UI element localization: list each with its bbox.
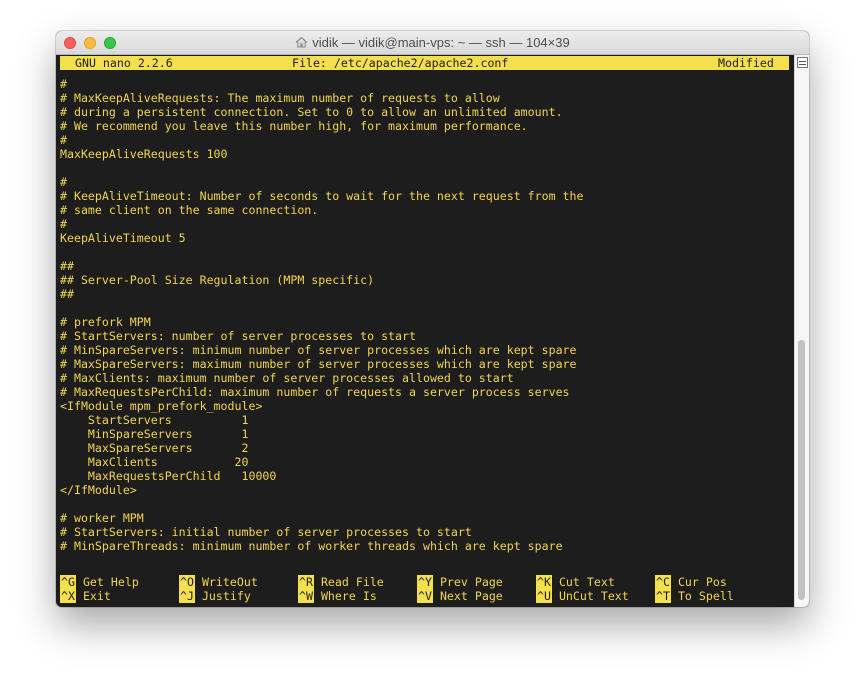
scroll-menu-icon[interactable]	[797, 57, 808, 68]
nano-version: GNU nano 2.2.6	[75, 56, 173, 70]
buffer-line: MaxClients 20	[60, 455, 249, 469]
shortcut-key: ^J	[179, 589, 195, 603]
shortcut-label: Cut Text	[558, 575, 615, 589]
buffer-line: MaxKeepAliveRequests 100	[60, 147, 228, 161]
shortcut-key: ^U	[536, 589, 552, 603]
shortcut-label: Next Page	[439, 589, 503, 603]
shortcut-label: WriteOut	[201, 575, 258, 589]
buffer-line: # worker MPM	[60, 511, 144, 525]
buffer-line: <IfModule mpm_prefork_module>	[60, 399, 263, 413]
buffer-line: #	[60, 77, 67, 91]
buffer-line: # during a persistent connection. Set to…	[60, 105, 563, 119]
shortcut-key: ^K	[536, 575, 552, 589]
shortcut-label: Where Is	[320, 589, 377, 603]
buffer-line: # MaxSpareServers: maximum number of ser…	[60, 357, 577, 371]
nano-header: GNU nano 2.2.6 File: /etc/apache2/apache…	[60, 56, 789, 70]
window-title: vidik — vidik@main-vps: ~ — ssh — 104×39	[312, 35, 570, 50]
vertical-scrollbar[interactable]	[794, 55, 809, 607]
shortcut-item[interactable]: ^C Cur Pos	[655, 575, 727, 589]
buffer-line: #	[60, 217, 67, 231]
buffer-line: # We recommend you leave this number hig…	[60, 119, 528, 133]
shortcut-key: ^R	[298, 575, 314, 589]
nano-status: Modified	[718, 56, 774, 70]
shortcut-item[interactable]: ^O WriteOut	[179, 575, 258, 589]
shortcut-label: Cur Pos	[677, 575, 727, 589]
shortcut-label: Read File	[320, 575, 384, 589]
shortcut-item[interactable]: ^T To Spell	[655, 589, 734, 603]
shortcut-label: UnCut Text	[558, 589, 629, 603]
shortcut-key: ^G	[60, 575, 76, 589]
shortcut-item[interactable]: ^K Cut Text	[536, 575, 615, 589]
buffer-line	[60, 245, 584, 259]
home-icon	[295, 36, 308, 51]
buffer-line: #	[60, 133, 67, 147]
buffer-line: # StartServers: initial number of server…	[60, 525, 472, 539]
shortcut-item[interactable]: ^W Where Is	[298, 589, 377, 603]
buffer-line	[60, 497, 584, 511]
buffer-line: MaxRequestsPerChild 10000	[60, 469, 277, 483]
buffer-line: StartServers 1	[60, 413, 249, 427]
buffer-line: # MinSpareThreads: minimum number of wor…	[60, 539, 563, 553]
terminal-window: vidik — vidik@main-vps: ~ — ssh — 104×39…	[56, 31, 809, 607]
buffer-line: # KeepAliveTimeout: Number of seconds to…	[60, 189, 584, 203]
shortcut-label: Prev Page	[439, 575, 503, 589]
shortcut-key: ^Y	[417, 575, 433, 589]
buffer-line: # MaxClients: maximum number of server p…	[60, 371, 514, 385]
buffer-line: # prefork MPM	[60, 315, 151, 329]
shortcut-label: Exit	[82, 589, 111, 603]
shortcut-item[interactable]: ^G Get Help	[60, 575, 139, 589]
shortcut-key: ^W	[298, 589, 314, 603]
window-title-wrap: vidik — vidik@main-vps: ~ — ssh — 104×39	[56, 35, 809, 51]
shortcut-key: ^O	[179, 575, 195, 589]
shortcut-key: ^T	[655, 589, 671, 603]
buffer-line: # MinSpareServers: minimum number of ser…	[60, 343, 577, 357]
buffer-line: # MaxRequestsPerChild: maximum number of…	[60, 385, 570, 399]
buffer-line	[60, 161, 584, 175]
buffer-line: MinSpareServers 1	[60, 427, 249, 441]
shortcut-item[interactable]: ^R Read File	[298, 575, 384, 589]
buffer-line	[60, 301, 584, 315]
shortcut-item[interactable]: ^V Next Page	[417, 589, 503, 603]
buffer-line: ## Server-Pool Size Regulation (MPM spec…	[60, 273, 375, 287]
shortcut-item[interactable]: ^J Justify	[179, 589, 251, 603]
shortcut-label: Get Help	[82, 575, 139, 589]
buffer-line: # StartServers: number of server process…	[60, 329, 416, 343]
nano-filename: File: /etc/apache2/apache2.conf	[292, 56, 509, 70]
shortcut-key: ^C	[655, 575, 671, 589]
buffer-line: #	[60, 175, 67, 189]
shortcut-key: ^X	[60, 589, 76, 603]
buffer-line: MaxSpareServers 2	[60, 441, 249, 455]
shortcut-label: Justify	[201, 589, 251, 603]
buffer-line: ##	[60, 259, 74, 273]
shortcut-label: To Spell	[677, 589, 734, 603]
scroll-thumb[interactable]	[798, 340, 805, 600]
buffer-line: ##	[60, 287, 74, 301]
terminal-content[interactable]: GNU nano 2.2.6 File: /etc/apache2/apache…	[56, 55, 794, 607]
buffer-line: # same client on the same connection.	[60, 203, 319, 217]
shortcut-item[interactable]: ^X Exit	[60, 589, 111, 603]
shortcut-key: ^V	[417, 589, 433, 603]
shortcut-item[interactable]: ^Y Prev Page	[417, 575, 503, 589]
shortcut-item[interactable]: ^U UnCut Text	[536, 589, 629, 603]
buffer-line: # MaxKeepAliveRequests: The maximum numb…	[60, 91, 500, 105]
buffer-line: KeepAliveTimeout 5	[60, 231, 186, 245]
buffer-line: </IfModule>	[60, 483, 137, 497]
title-bar[interactable]: vidik — vidik@main-vps: ~ — ssh — 104×39	[56, 31, 809, 55]
editor-buffer[interactable]: # # MaxKeepAliveRequests: The maximum num…	[60, 77, 584, 553]
shortcut-bar: ^G Get Help ^O WriteOut ^R Read File ^Y Pre…	[60, 575, 789, 603]
